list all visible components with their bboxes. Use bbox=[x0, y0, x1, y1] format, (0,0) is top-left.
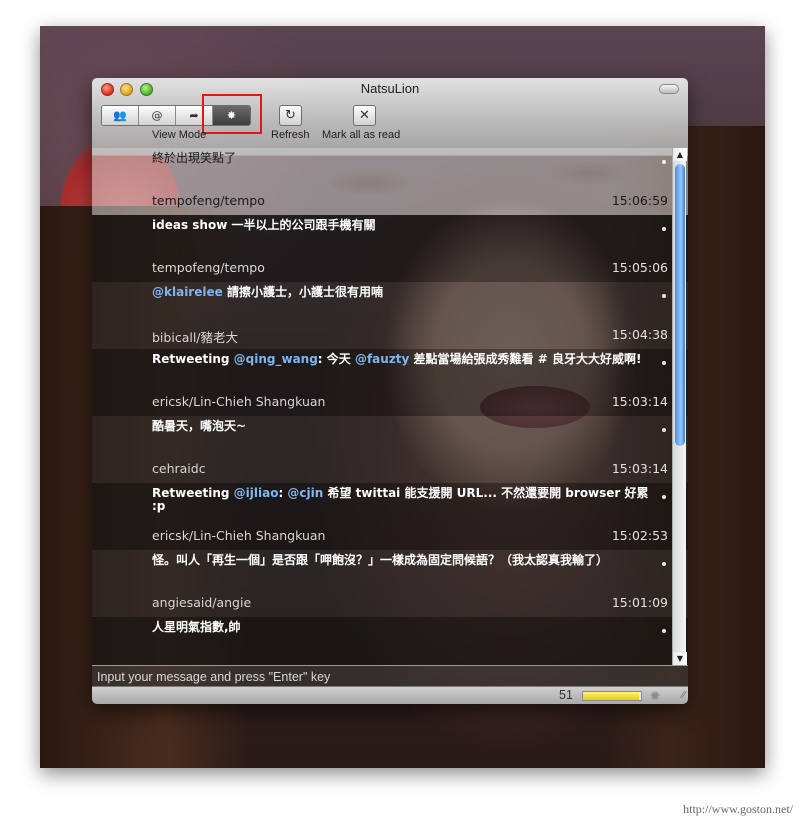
message-text: 請擦小護士，小護士很有用喃 bbox=[222, 285, 383, 299]
mentions-view-segment[interactable]: @ bbox=[139, 106, 176, 125]
loading-spinner-icon: ✺ bbox=[650, 689, 661, 703]
title-bar[interactable]: NatsuLion 👥 @ ➦ ✸ View Mode ↻ Refresh ✕ … bbox=[92, 78, 688, 156]
sent-icon: ➦ bbox=[189, 109, 199, 122]
status-username[interactable]: ericsk/Lin-Chieh Shangkuan bbox=[152, 394, 325, 409]
friends-view-segment[interactable]: 👥 bbox=[102, 106, 139, 125]
natsulion-window: NatsuLion 👥 @ ➦ ✸ View Mode ↻ Refresh ✕ … bbox=[92, 78, 688, 704]
message-input-bar bbox=[92, 665, 688, 687]
status-timestamp: 15:01:09 bbox=[611, 595, 668, 610]
refresh-icon: ↻ bbox=[285, 108, 296, 123]
timeline-row[interactable]: 人星明氣指數,帥 bbox=[92, 617, 688, 665]
refresh-button[interactable]: ↻ bbox=[279, 105, 302, 126]
unread-indicator-icon bbox=[662, 361, 666, 365]
timeline-row[interactable]: 怪。叫人「再生一個」是否跟「呷飽沒？」一樣成為固定問候語？（我太認真我輸了） an… bbox=[92, 550, 688, 617]
unread-indicator-icon bbox=[662, 428, 666, 432]
resize-grip-icon[interactable]: ⁄⁄ bbox=[682, 690, 685, 701]
progress-fill bbox=[583, 692, 640, 700]
status-username[interactable]: angiesaid/angie bbox=[152, 595, 251, 610]
unread-indicator-icon bbox=[662, 227, 666, 231]
status-timestamp: 15:05:06 bbox=[611, 260, 668, 275]
scroll-down-arrow-icon[interactable]: ▼ bbox=[673, 652, 687, 665]
status-message: 人星明氣指數,帥 bbox=[152, 620, 241, 634]
status-timestamp: 15:06:59 bbox=[611, 193, 668, 208]
scroll-up-arrow-icon[interactable]: ▲ bbox=[673, 148, 687, 161]
annotation-highlight-box bbox=[202, 94, 262, 134]
character-progress-bar bbox=[582, 691, 642, 701]
mention-link[interactable]: @klairelee bbox=[152, 285, 223, 299]
status-username[interactable]: cehraidc bbox=[152, 461, 206, 476]
timeline-row[interactable]: 終於出現笑點了 tempofeng/tempo 15:06:59 bbox=[92, 148, 688, 215]
timeline-row[interactable]: Retweeting @ijliao: @cjin 希望 twittai 能支援… bbox=[92, 483, 688, 550]
friends-icon: 👥 bbox=[113, 109, 127, 122]
timeline-row[interactable]: 酷暑天，嘴泡天~ cehraidc 15:03:14 bbox=[92, 416, 688, 483]
message-text: Retweeting bbox=[152, 352, 234, 366]
timeline-row[interactable]: @klairelee 請擦小護士，小護士很有用喃 bibicall/豬老大 15:0… bbox=[92, 282, 688, 349]
timeline-scrollbar[interactable]: ▲ ▼ bbox=[672, 148, 687, 665]
mentions-icon: @ bbox=[151, 109, 163, 122]
timeline-row[interactable]: ideas show 一半以上的公司跟手機有關 tempofeng/tempo 15… bbox=[92, 215, 688, 282]
mention-link[interactable]: @qing_wang bbox=[234, 352, 318, 366]
status-username[interactable]: tempofeng/tempo bbox=[152, 260, 265, 275]
status-timestamp: 15:04:38 bbox=[611, 327, 668, 342]
timeline-list[interactable]: 終於出現笑點了 tempofeng/tempo 15:06:59 ideas show… bbox=[92, 148, 688, 665]
status-message: @klairelee 請擦小護士，小護士很有用喃 bbox=[152, 286, 652, 299]
mention-link[interactable]: @fauzty bbox=[355, 352, 409, 366]
window-title: NatsuLion bbox=[360, 81, 420, 96]
status-username[interactable]: ericsk/Lin-Chieh Shangkuan bbox=[152, 528, 325, 543]
message-text: Retweeting bbox=[152, 486, 234, 500]
close-icon: ✕ bbox=[359, 108, 370, 123]
status-bar: 51 ✺ ⁄⁄ bbox=[92, 686, 688, 704]
remaining-count: 51 bbox=[559, 688, 573, 702]
toolbar-toggle-button[interactable] bbox=[659, 84, 679, 94]
status-message: ideas show 一半以上的公司跟手機有關 bbox=[152, 218, 376, 232]
scrollbar-thumb[interactable] bbox=[675, 164, 685, 446]
status-message: 酷暑天，嘴泡天~ bbox=[152, 419, 247, 433]
status-username[interactable]: bibicall/豬老大 bbox=[152, 327, 238, 346]
unread-indicator-icon bbox=[662, 160, 666, 164]
unread-indicator-icon bbox=[662, 629, 666, 633]
status-username[interactable]: tempofeng/tempo bbox=[152, 193, 265, 208]
mention-link[interactable]: @cjin bbox=[287, 486, 323, 500]
message-text: 差點當場給張成秀難看 # 良牙大大好威啊! bbox=[409, 352, 642, 366]
status-message: Retweeting @ijliao: @cjin 希望 twittai 能支援… bbox=[152, 487, 652, 513]
mark-all-read-button[interactable]: ✕ bbox=[353, 105, 376, 126]
status-message: 怪。叫人「再生一個」是否跟「呷飽沒？」一樣成為固定問候語？（我太認真我輸了） bbox=[152, 553, 609, 567]
view-mode-label: View Mode bbox=[152, 129, 207, 141]
unread-indicator-icon bbox=[662, 294, 666, 298]
mark-all-read-label: Mark all as read bbox=[322, 129, 401, 141]
status-timestamp: 15:03:14 bbox=[611, 394, 668, 409]
status-message: Retweeting @qing_wang: 今天 @fauzty 差點當場給張… bbox=[152, 353, 652, 366]
timeline-row[interactable]: Retweeting @qing_wang: 今天 @fauzty 差點當場給張… bbox=[92, 349, 688, 416]
status-timestamp: 15:03:14 bbox=[611, 461, 668, 476]
status-timestamp: 15:02:53 bbox=[611, 528, 668, 543]
unread-indicator-icon bbox=[662, 562, 666, 566]
refresh-label: Refresh bbox=[271, 129, 310, 141]
status-message: 終於出現笑點了 bbox=[152, 151, 237, 165]
message-text: : 今天 bbox=[317, 352, 355, 366]
message-input[interactable] bbox=[92, 667, 688, 687]
watermark-url: http://www.goston.net/ bbox=[683, 802, 793, 816]
mention-link[interactable]: @ijliao bbox=[234, 486, 279, 500]
unread-indicator-icon bbox=[662, 495, 666, 499]
